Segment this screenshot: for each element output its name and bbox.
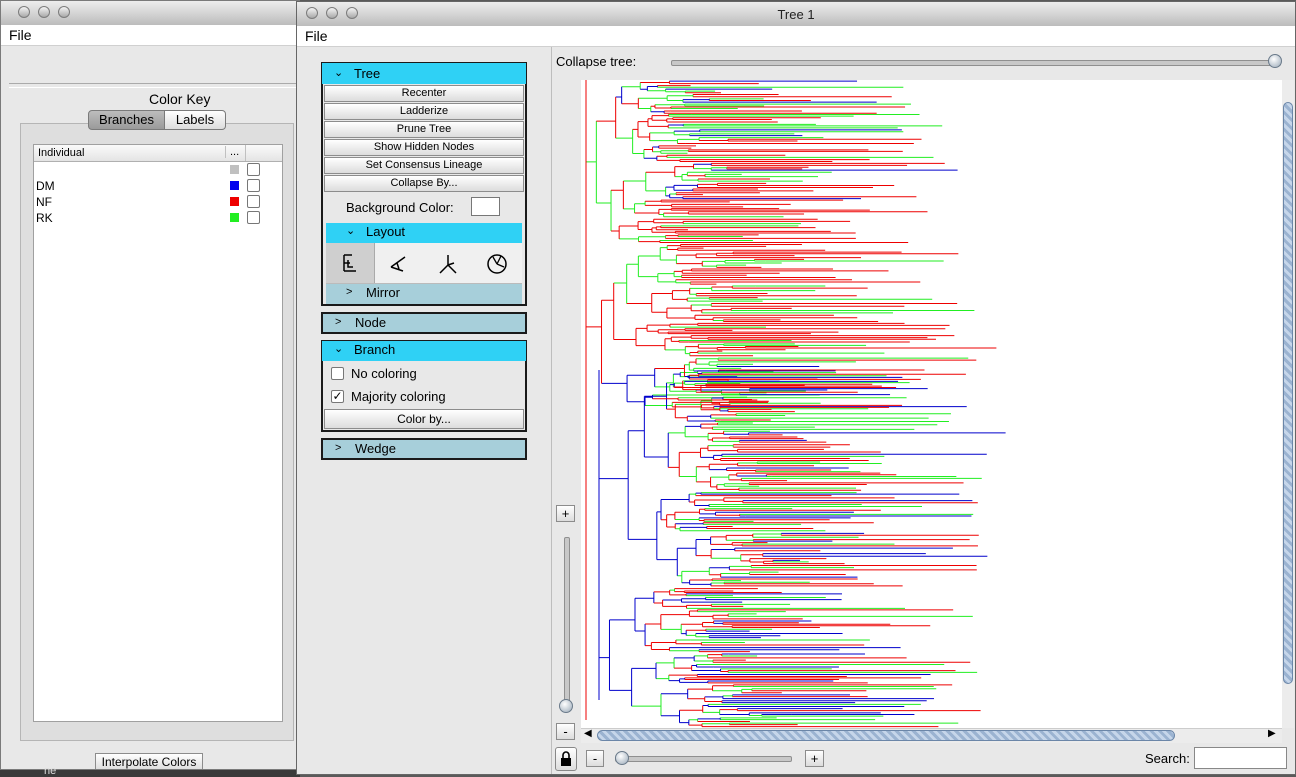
background-fragment-text: ne: [44, 765, 57, 777]
no-coloring-checkbox[interactable]: [331, 367, 344, 380]
radial-layout-icon[interactable]: [424, 243, 472, 283]
zoom-in-button[interactable]: +: [556, 505, 575, 522]
chevron-down-icon: ⌄: [334, 67, 344, 79]
title-bar[interactable]: [1, 1, 299, 26]
majority-coloring-label[interactable]: Majority coloring: [351, 389, 446, 404]
horizontal-zoom-slider[interactable]: [615, 756, 792, 762]
search-input[interactable]: [1194, 747, 1287, 769]
horizontal-zoom-out-button[interactable]: -: [586, 750, 604, 767]
section-label: Mirror: [366, 285, 400, 300]
section-label: Tree: [354, 66, 381, 81]
column-header-more[interactable]: ...: [225, 146, 244, 158]
color-swatch[interactable]: [230, 165, 239, 174]
scroll-left-icon[interactable]: ◀: [584, 728, 592, 739]
background-window-fragment: ne: [0, 765, 300, 777]
chevron-right-icon: >: [335, 442, 342, 454]
vertical-zoom-slider[interactable]: [564, 537, 570, 711]
title-bar[interactable]: Tree 1: [297, 2, 1295, 27]
background-color-swatch[interactable]: [471, 197, 500, 216]
row-label: DM: [36, 179, 55, 193]
node-section-header[interactable]: > Node: [321, 312, 527, 334]
menu-bar: File: [1, 25, 299, 46]
collapse-tree-slider[interactable]: [671, 60, 1281, 66]
divider: [9, 83, 299, 88]
window-title: Tree 1: [777, 7, 815, 22]
zoom-out-button[interactable]: -: [556, 723, 575, 740]
row-checkbox[interactable]: [247, 211, 260, 224]
recenter-button[interactable]: Recenter: [324, 85, 524, 102]
circular-layout-icon[interactable]: [473, 243, 521, 283]
color-by-button[interactable]: Color by...: [324, 409, 524, 429]
mirror-section-header[interactable]: > Mirror: [326, 284, 522, 304]
close-window-button[interactable]: [18, 6, 30, 18]
section-label: Wedge: [355, 441, 396, 456]
file-menu[interactable]: File: [305, 28, 328, 44]
table-row[interactable]: DM: [34, 177, 282, 193]
tree-window: Tree 1 File ⌄ Tree Recenter Ladderize Pr…: [296, 1, 1296, 775]
section-label: Node: [355, 315, 387, 330]
phylogenetic-tree: [585, 80, 1006, 728]
horizontal-scroll-thumb[interactable]: [597, 730, 1175, 741]
row-checkbox[interactable]: [247, 163, 260, 176]
minimize-window-button[interactable]: [38, 6, 50, 18]
color-key-window: File Color Key Branches Labels Individua…: [0, 0, 300, 770]
table-row[interactable]: [34, 161, 282, 177]
tree-canvas[interactable]: [581, 80, 1282, 728]
column-separator: [245, 145, 246, 161]
row-label: NF: [36, 195, 52, 209]
majority-coloring-checkbox[interactable]: ✓: [331, 390, 344, 403]
section-label: Layout: [366, 224, 406, 239]
tab-labels[interactable]: Labels: [165, 110, 226, 130]
search-label: Search:: [1145, 751, 1190, 766]
layout-section-header[interactable]: ⌄ Layout: [326, 223, 522, 243]
vertical-scrollbar[interactable]: [1282, 80, 1294, 728]
wedge-section-header[interactable]: > Wedge: [321, 438, 527, 460]
zoom-window-button[interactable]: [58, 6, 70, 18]
menu-bar: File: [297, 26, 1295, 47]
vertical-zoom-thumb[interactable]: [559, 699, 573, 713]
file-menu[interactable]: File: [9, 27, 32, 43]
row-checkbox[interactable]: [247, 195, 260, 208]
chevron-right-icon: >: [346, 286, 353, 298]
no-coloring-label[interactable]: No coloring: [351, 366, 417, 381]
horizontal-zoom-in-button[interactable]: +: [805, 750, 824, 767]
horizontal-zoom-thumb[interactable]: [615, 751, 629, 765]
table-row[interactable]: NF: [34, 193, 282, 209]
background-color-label: Background Color:: [346, 200, 454, 215]
branch-section-header[interactable]: ⌄ Branch: [322, 341, 526, 361]
control-panel: ⌄ Tree Recenter Ladderize Prune Tree Sho…: [297, 47, 552, 774]
interpolate-colors-button[interactable]: Interpolate Colors: [95, 753, 203, 769]
color-swatch[interactable]: [230, 197, 239, 206]
collapse-by-button[interactable]: Collapse By...: [324, 175, 524, 192]
tree-section-header[interactable]: ⌄ Tree: [322, 63, 526, 84]
lock-icon: [561, 751, 571, 766]
tab-branches[interactable]: Branches: [88, 110, 165, 130]
chevron-right-icon: >: [335, 316, 342, 328]
row-checkbox[interactable]: [247, 179, 260, 192]
color-swatch[interactable]: [230, 181, 239, 190]
vertical-scroll-thumb[interactable]: [1283, 102, 1293, 684]
lock-button[interactable]: [555, 747, 577, 771]
prune-tree-button[interactable]: Prune Tree: [324, 121, 524, 138]
scroll-right-icon[interactable]: ▶: [1268, 728, 1276, 739]
layout-toolbar: [326, 243, 522, 284]
color-key-title: Color Key: [149, 91, 211, 107]
color-swatch[interactable]: [230, 213, 239, 222]
chevron-down-icon: ⌄: [346, 225, 356, 237]
rectangular-layout-icon[interactable]: [326, 243, 375, 283]
horizontal-scrollbar[interactable]: ◀ ▶: [581, 728, 1282, 743]
table-header: Individual ...: [34, 145, 282, 162]
collapse-tree-slider-thumb[interactable]: [1268, 54, 1282, 68]
show-hidden-nodes-button[interactable]: Show Hidden Nodes: [324, 139, 524, 156]
collapse-tree-label: Collapse tree:: [556, 54, 637, 69]
set-consensus-lineage-button[interactable]: Set Consensus Lineage: [324, 157, 524, 174]
polar-layout-icon[interactable]: [375, 243, 423, 283]
column-header-individual[interactable]: Individual: [38, 147, 84, 159]
section-label: Branch: [354, 342, 396, 357]
table-row[interactable]: RK: [34, 209, 282, 225]
ladderize-button[interactable]: Ladderize: [324, 103, 524, 120]
row-label: RK: [36, 211, 53, 225]
chevron-down-icon: ⌄: [334, 343, 344, 355]
color-key-table: Individual ...: [33, 144, 283, 722]
